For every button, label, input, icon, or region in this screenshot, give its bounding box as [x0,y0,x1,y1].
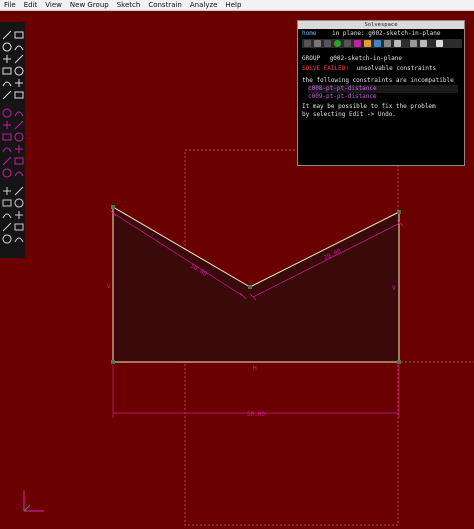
datum-point-icon[interactable] [14,49,24,64]
property-browser-window: Solvespace home in plane: g002-sketch-in… [297,20,465,166]
ref-icon[interactable] [2,163,12,178]
distance-icon[interactable] [2,103,12,118]
nav-home-link[interactable]: home [302,30,316,37]
constraint-link-c008[interactable]: c008-pt-pt-distance [308,85,458,93]
constraint-visibility-icon[interactable] [354,40,361,47]
hint-text-2: by selecting Edit -> Undo. [302,111,396,118]
menu-constrain[interactable]: Constrain [144,0,186,10]
group-name: g002-sketch-in-plane [329,55,402,62]
sketch-in-3d-icon[interactable] [14,217,24,231]
occlusion-icon[interactable] [436,40,443,47]
angle-icon[interactable] [14,103,24,117]
symmetric-icon[interactable] [2,151,12,166]
nearest-icon[interactable] [14,85,24,99]
menu-sketch[interactable]: Sketch [113,0,145,10]
menu-help[interactable]: Help [221,0,245,10]
line-icon[interactable] [2,25,12,40]
normal-visibility-icon[interactable] [314,40,321,47]
perpendicular-icon[interactable] [14,127,24,142]
outline-icon[interactable] [410,40,417,47]
construction-visibility-icon[interactable] [324,40,331,47]
vertical-icon[interactable] [14,115,24,130]
solid-visibility-icon[interactable] [374,40,381,47]
lathe-icon[interactable] [2,205,12,219]
menu-analyze[interactable]: Analyze [186,0,222,10]
menu-bar: File Edit View New Group Sketch Constrai… [0,0,474,11]
dimension-visibility-icon[interactable] [364,40,371,47]
workplane-icon[interactable] [14,205,24,219]
hidden-line-icon[interactable] [394,40,401,47]
group-label: GROUP [302,55,321,62]
sketch-point[interactable] [111,205,115,209]
helix-icon[interactable] [14,193,24,208]
shaded-icon[interactable] [420,40,427,47]
face-visibility-icon[interactable] [344,40,351,47]
incompatible-constraints-label: the following constraints are incompatib… [302,77,454,84]
menu-view[interactable]: View [41,0,66,10]
vertical-constraint-marker[interactable]: V [107,283,111,290]
parallel-icon[interactable] [2,127,12,141]
step-translate-icon[interactable] [2,181,12,195]
circle-icon[interactable] [2,37,12,52]
hint-text-1: It may be possible to fix the problem [302,103,436,110]
nav-in-plane-label: in plane: [332,30,365,37]
solve-message: unsolvable constraints [356,65,437,72]
mesh-visibility-icon[interactable] [384,40,391,47]
constraint-link-c009[interactable]: c009-pt-pt-distance [308,93,377,101]
nav-group-name: g002-sketch-in-plane [368,30,441,37]
equal-icon[interactable] [14,139,24,153]
nav-separator [316,30,320,37]
axis-triad [23,491,44,512]
vertical-constraint-marker[interactable]: V [392,285,396,292]
split-icon[interactable] [14,73,24,87]
window-title: Solvespace [298,21,464,29]
dimension-label: 50.00 [247,411,265,418]
midpoint-icon[interactable] [14,151,24,165]
rectangle-icon[interactable] [14,25,24,39]
cubic-icon[interactable] [2,49,12,63]
visibility-toolbar [302,39,462,48]
assemble-icon[interactable] [2,217,12,232]
tool-palette [0,22,25,258]
step-rotate-icon[interactable] [14,163,24,177]
point-visibility-icon[interactable] [334,40,341,47]
menu-file[interactable]: File [0,0,20,10]
image-icon[interactable] [14,61,24,76]
dimension-bottom[interactable]: 50.00 [112,365,400,418]
nearest-ortho-icon[interactable] [14,229,24,243]
sketch-point[interactable] [111,360,115,364]
sketch-point[interactable] [248,285,252,289]
menu-edit[interactable]: Edit [20,0,42,10]
tangent-arc-icon[interactable] [2,85,12,100]
sketch-point[interactable] [397,210,401,214]
text-icon[interactable] [2,61,12,75]
solve-failed-label: SOLVE FAILED! [302,65,349,72]
construction-icon[interactable] [2,73,12,87]
sketch-point[interactable] [397,360,401,364]
menu-new-group[interactable]: New Group [66,0,113,10]
on-point-icon[interactable] [2,139,12,153]
arc-icon[interactable] [14,37,24,51]
revolve-icon[interactable] [2,193,12,207]
nearest-iso-icon[interactable] [2,229,12,244]
horizontal-constraint-marker[interactable]: H [253,365,257,372]
horizontal-icon[interactable] [2,115,12,129]
workplane-visibility-icon[interactable] [304,40,311,47]
extrude-icon[interactable] [14,181,24,196]
